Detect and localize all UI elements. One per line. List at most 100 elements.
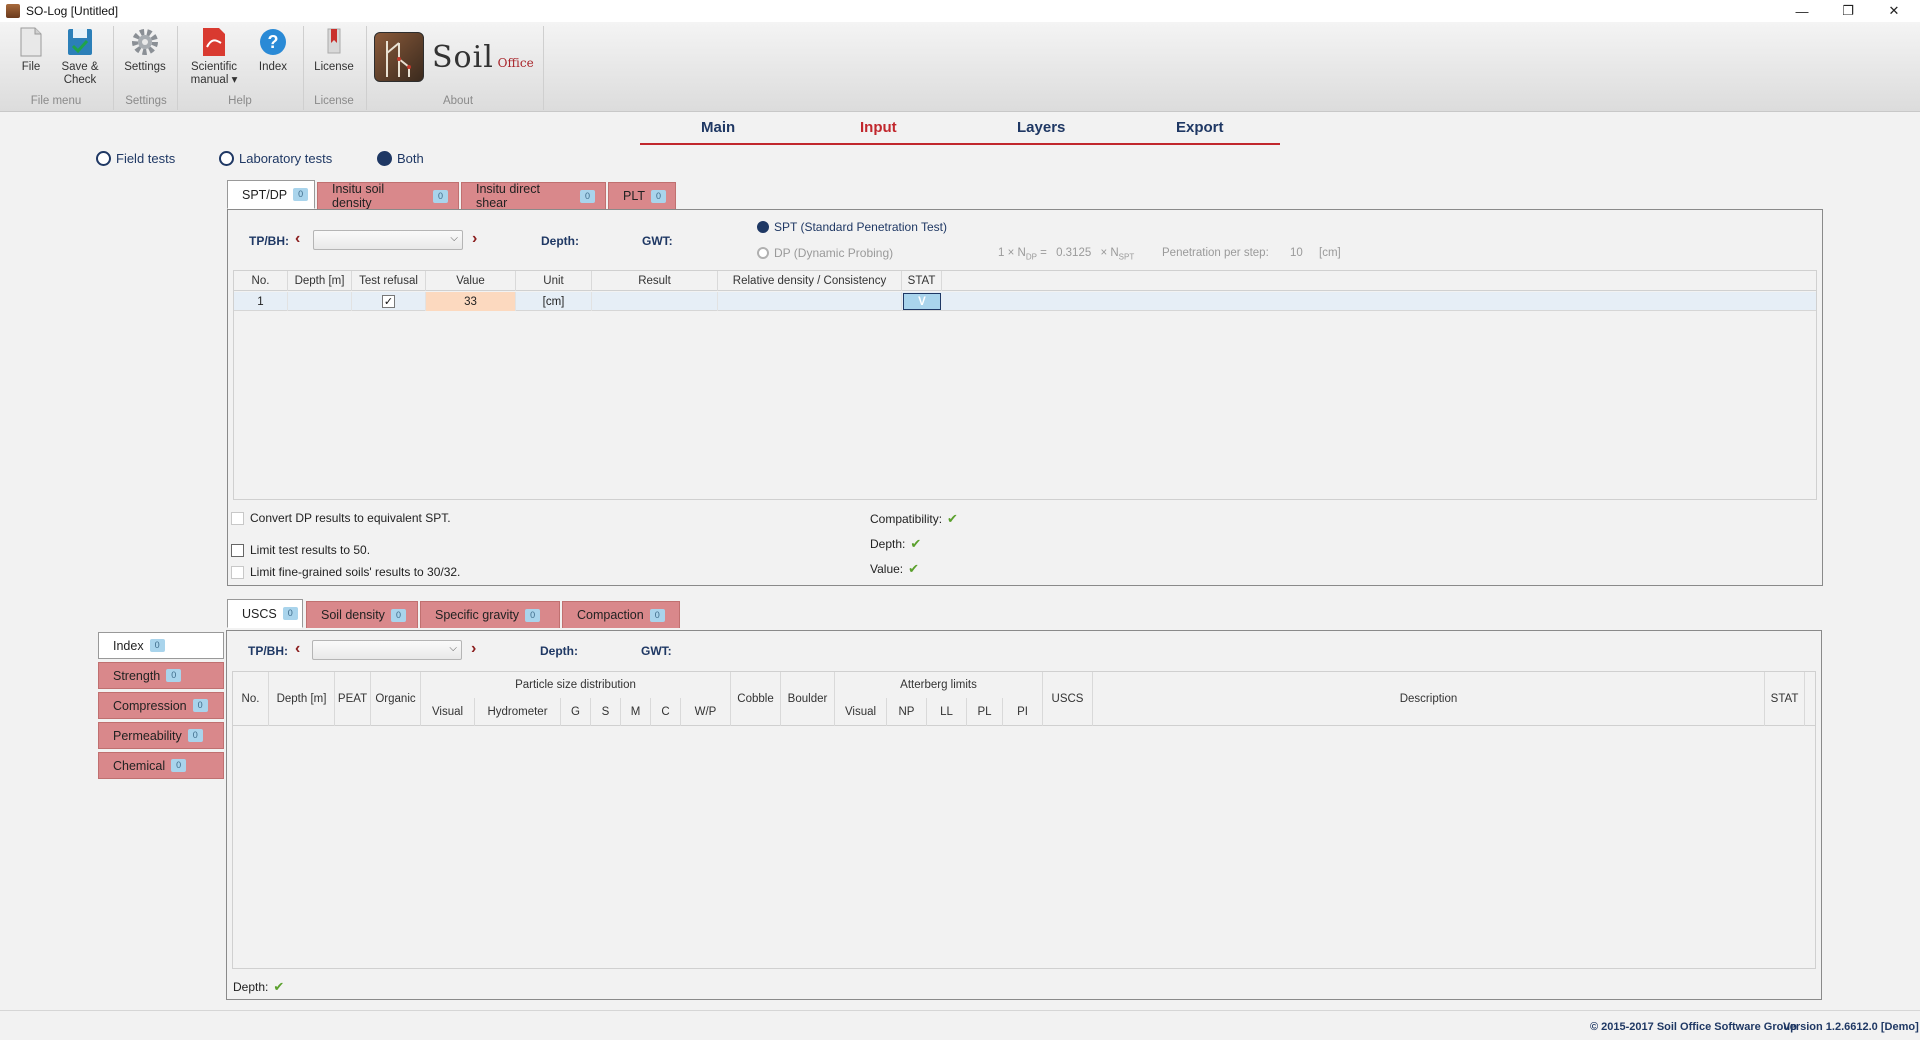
tab-specific-gravity[interactable]: Specific gravity 0 [420,601,560,628]
depth-status: Depth: ✔ [870,536,922,551]
cell-value[interactable]: 33 [426,292,516,311]
col-ll: LL [927,698,967,726]
category-chemical[interactable]: Chemical 0 [98,752,224,779]
save-icon [65,26,95,58]
group-label-about: About [442,95,474,107]
group-label-license: License [314,95,354,107]
check-icon: ✔ [947,511,958,526]
settings-button[interactable]: Settings [120,26,170,74]
bookmark-icon [319,26,349,58]
index-button[interactable]: ? Index [254,26,292,74]
col-depth: Depth [m] [288,271,352,291]
nav-main[interactable]: Main [701,119,735,136]
category-compression[interactable]: Compression 0 [98,692,224,719]
spt-grid-header: No. Depth [m] Test refusal Value Unit Re… [234,271,1816,291]
col-stat: STAT [902,271,942,291]
nav-export[interactable]: Export [1176,119,1224,136]
nav-input[interactable]: Input [860,119,897,136]
nav-layers[interactable]: Layers [1017,119,1065,136]
radio-circle [377,151,392,166]
col-test-refusal: Test refusal [352,271,426,291]
ribbon: File Save & Check Settings Scientific ma… [0,22,1920,112]
separator [543,26,544,110]
col-organic: Organic [371,672,421,726]
refusal-checkbox[interactable]: ✓ [382,295,395,308]
col-depth: Depth [m] [269,672,335,726]
file-icon [16,26,46,58]
checkbox [231,543,244,557]
help-icon: ? [258,26,288,58]
save-check-button[interactable]: Save & Check [56,26,104,87]
tab-spt-dp[interactable]: SPT/DP 0 [227,180,315,209]
maximize-button[interactable]: ❐ [1826,0,1870,22]
group-label-file-menu: File menu [30,95,82,107]
category-strength[interactable]: Strength 0 [98,662,224,689]
category-permeability[interactable]: Permeability 0 [98,722,224,749]
depth-label: Depth: [541,234,579,248]
radio-circle [757,247,769,259]
radio-circle [757,221,769,233]
col-value: Value [426,271,516,291]
separator [303,26,304,110]
tab-compaction[interactable]: Compaction 0 [562,601,680,628]
lab-depth-status: Depth: ✔ [233,979,285,994]
dp-spt-formula: 1 × NDP = 0.3125 × NSPT [998,247,1135,262]
scientific-manual-button[interactable]: Scientific manual ▾ [186,26,242,87]
col-result: Result [592,271,718,291]
cell-unit: [cm] [516,292,592,311]
col-s: S [591,698,621,726]
penetration-unit: [cm] [1319,247,1341,259]
radio-spt[interactable]: SPT (Standard Penetration Test) [757,220,947,234]
limit-50-checkbox[interactable]: Limit test results to 50. [231,543,370,557]
cell-no: 1 [234,292,288,311]
lab-tp-bh-select[interactable]: ⌵ [312,640,462,660]
col-group-atterberg: Atterberg limits [835,672,1043,698]
category-index[interactable]: Index 0 [98,632,224,659]
col-uscs: USCS [1043,672,1093,726]
limit-fine-grained-checkbox[interactable]: Limit fine-grained soils' results to 30/… [231,565,460,579]
license-button[interactable]: License [312,26,356,74]
penetration-value[interactable]: 10 [1290,247,1303,259]
col-description: Description [1093,672,1765,726]
next-arrow-icon[interactable]: › [472,230,477,248]
radio-laboratory-tests[interactable]: Laboratory tests [219,151,332,166]
prev-arrow-icon[interactable]: ‹ [295,640,300,658]
tp-bh-select[interactable]: ⌵ [313,230,463,250]
check-icon: ✔ [910,536,922,551]
col-unit: Unit [516,271,592,291]
cell-relative-density [718,292,902,311]
next-arrow-icon[interactable]: › [471,640,476,658]
close-button[interactable]: ✕ [1872,0,1916,22]
lab-depth-label: Depth: [540,644,578,658]
manual-icon [199,26,229,58]
separator [113,26,114,110]
radio-field-tests[interactable]: Field tests [96,151,175,166]
tab-plt[interactable]: PLT 0 [608,182,676,209]
tab-insitu-soil-density[interactable]: Insitu soil density 0 [317,182,459,210]
prev-arrow-icon[interactable]: ‹ [295,230,300,248]
col-c: C [651,698,681,726]
col-no: No. [234,271,288,291]
tab-insitu-direct-shear[interactable]: Insitu direct shear 0 [461,182,606,210]
checkbox [231,511,244,525]
cell-test-refusal[interactable]: ✓ [352,292,426,311]
gear-icon [130,26,160,58]
cell-depth[interactable] [288,292,352,311]
file-button[interactable]: File [14,26,48,74]
radio-both[interactable]: Both [377,151,424,166]
col-stat: STAT [1765,672,1805,726]
radio-dp[interactable]: DP (Dynamic Probing) [757,246,893,260]
table-row[interactable]: 1 ✓ 33 [cm] V [234,292,1816,311]
col-g: G [561,698,591,726]
tab-soil-density[interactable]: Soil density 0 [306,601,418,628]
radio-circle [219,151,234,166]
penetration-label: Penetration per step: [1162,247,1269,259]
col-m: M [621,698,651,726]
convert-dp-checkbox[interactable]: Convert DP results to equivalent SPT. [231,511,451,525]
col-hydrometer: Hydrometer [475,698,561,726]
minimize-button[interactable]: — [1780,0,1824,22]
cell-result [592,292,718,311]
tab-uscs[interactable]: USCS 0 [227,599,303,628]
radio-circle [96,151,111,166]
checkbox [231,565,244,579]
